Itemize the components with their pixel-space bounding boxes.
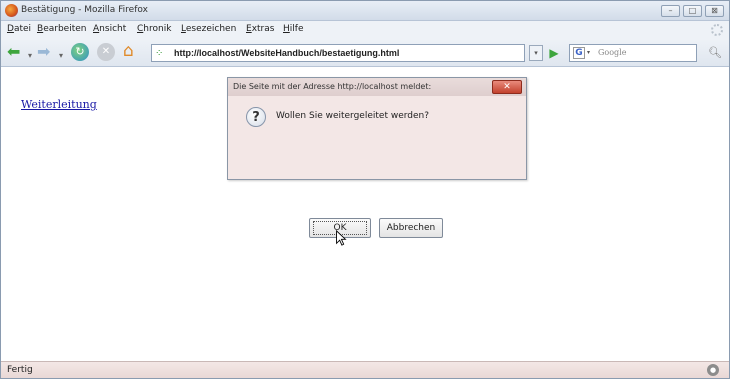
search-placeholder: Google [598,48,627,57]
dialog-title-bar[interactable]: Die Seite mit der Adresse http://localho… [228,78,526,96]
cancel-button[interactable]: Abbrechen [379,218,443,238]
browser-window: Bestätigung - Mozilla Firefox – □ ⊠ Date… [0,0,730,379]
dialog-close-button[interactable]: ✕ [492,80,522,94]
back-arrow-icon[interactable]: ⬅ [7,43,27,61]
maximize-button[interactable]: □ [683,5,702,17]
menu-datei[interactable]: Datei [7,24,31,34]
menu-lesezeichen[interactable]: Lesezeichen [181,24,236,34]
weiterleitung-link[interactable]: Weiterleitung [21,98,97,111]
forward-dropdown-icon[interactable]: ▾ [59,47,63,65]
dialog-message: Wollen Sie weitergeleitet werden? [276,111,430,121]
dialog-title: Die Seite mit der Adresse http://localho… [233,82,432,91]
home-icon[interactable]: ⌂ [123,42,143,62]
url-text[interactable]: http://localhost/WebsiteHandbuch/bestaet… [174,48,399,58]
close-window-button[interactable]: ⊠ [705,5,724,17]
menu-hilfe[interactable]: Hilfe [283,24,304,34]
menu-extras[interactable]: Extras [246,24,274,34]
search-magnifier-icon[interactable]: 🔍︎ [707,46,723,62]
throbber-icon [711,24,723,36]
search-engine-dropdown-icon[interactable]: ▾ [587,49,590,56]
address-bar[interactable]: ⁘ http://localhost/WebsiteHandbuch/besta… [151,44,525,62]
menu-chronik[interactable]: Chronik [137,24,171,34]
go-arrow-icon[interactable]: ▶ [547,45,561,61]
title-bar[interactable]: Bestätigung - Mozilla Firefox – □ ⊠ [1,1,729,21]
stop-icon[interactable]: ✕ [97,43,115,61]
navigation-toolbar: ⬅ ▾ ➡ ▾ ↻ ✕ ⌂ ⁘ http://localhost/Website… [1,39,729,67]
firefox-icon [5,4,18,17]
window-title: Bestätigung - Mozilla Firefox [21,5,148,15]
url-history-dropdown-icon[interactable]: ▾ [529,45,543,61]
search-box[interactable]: G ▾ Google [569,44,697,62]
status-bar: Fertig ● [1,361,729,378]
status-text: Fertig [7,365,33,375]
reload-icon[interactable]: ↻ [71,43,89,61]
confirm-dialog: Die Seite mit der Adresse http://localho… [227,77,527,180]
search-engine-icon[interactable]: G [573,47,585,59]
site-favicon-icon: ⁘ [155,48,164,59]
mouse-cursor-icon [336,230,347,246]
menu-bearbeiten[interactable]: Bearbeiten [37,24,86,34]
menu-ansicht[interactable]: Ansicht [93,24,126,34]
back-dropdown-icon[interactable]: ▾ [28,47,32,65]
menu-bar: Datei Bearbeiten Ansicht Chronik Lesezei… [1,21,729,39]
question-icon: ? [246,107,266,127]
minimize-button[interactable]: – [661,5,680,17]
status-indicator-icon[interactable]: ● [707,364,719,376]
forward-arrow-icon[interactable]: ➡ [37,43,57,61]
